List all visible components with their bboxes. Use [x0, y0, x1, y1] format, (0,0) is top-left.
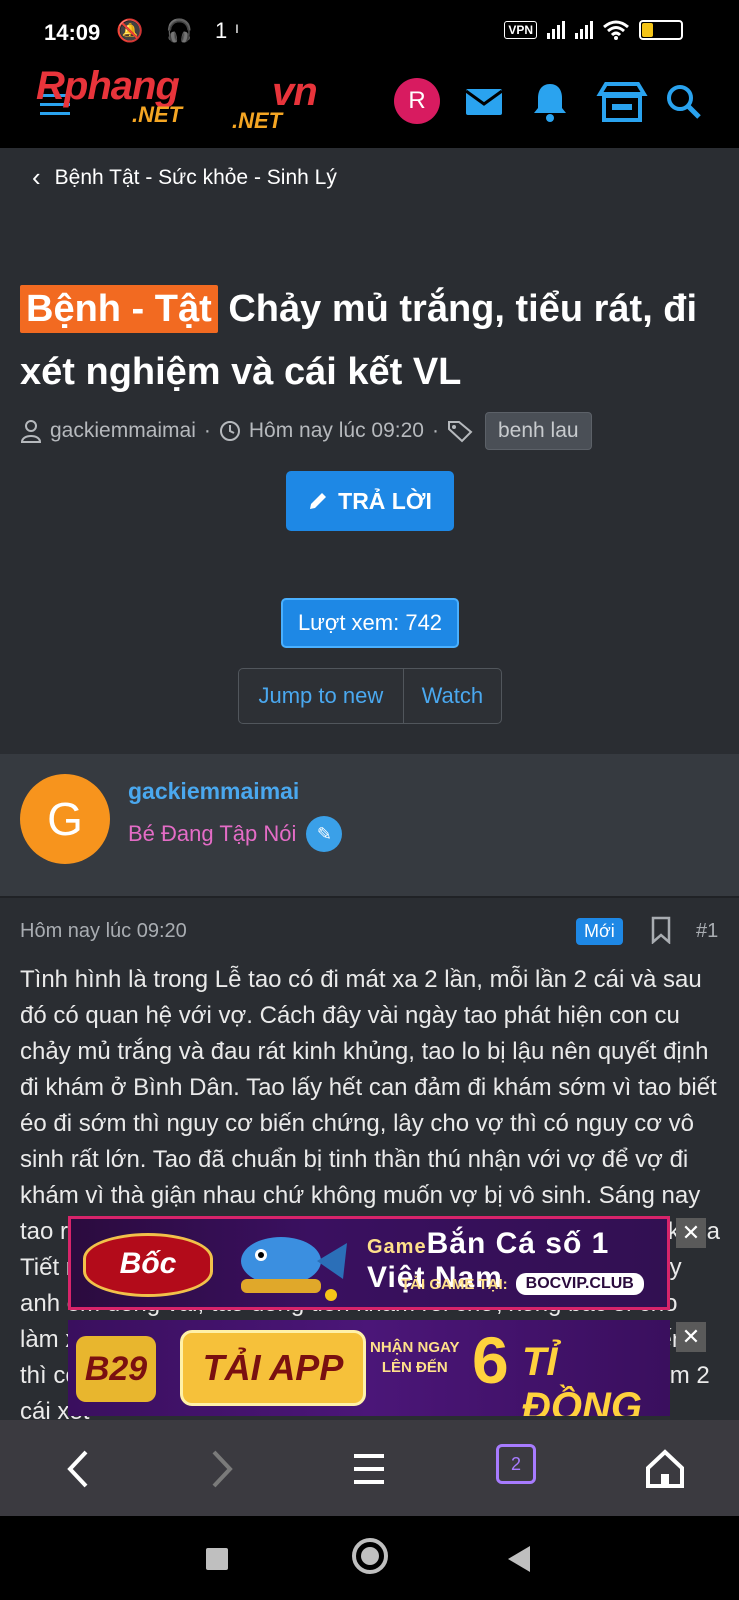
system-navigation-bar	[0, 1516, 739, 1600]
fish-character-icon	[241, 1237, 347, 1301]
ad1-close-button[interactable]: ✕	[676, 1218, 706, 1248]
author-name[interactable]: gackiemmaimai	[128, 778, 299, 805]
browser-toolbar: 2	[0, 1420, 739, 1516]
ad-banner-2[interactable]: B29 TẢI APP NHẬN NGAY LÊN ĐẾN 6 TỈ ĐỒNG	[68, 1320, 670, 1416]
store-icon[interactable]	[596, 80, 648, 124]
signal-icon-2	[575, 21, 593, 39]
bookmark-icon[interactable]	[650, 916, 672, 944]
chevron-left-icon: ‹	[32, 162, 41, 192]
notification-bell-icon[interactable]	[528, 80, 572, 124]
author-avatar[interactable]: G	[20, 774, 110, 864]
ad1-sub: TẢI GAME TẠI: BOCVIP.CLUB	[401, 1273, 644, 1295]
jump-to-new-button[interactable]: Jump to new	[239, 669, 404, 723]
thread-prefix[interactable]: Bệnh - Tật	[20, 285, 218, 333]
reply-button[interactable]: TRẢ LỜI	[286, 471, 454, 531]
author-rank: Bé Đang Tập Nói ✎	[128, 816, 343, 852]
ad2-amount: 6	[472, 1323, 509, 1397]
status-notification-icons: 🔕 🎧 1ᶦ	[116, 18, 247, 43]
home-button-icon[interactable]	[352, 1538, 388, 1574]
top-navigation: Rphang vn .NET .NET R	[0, 62, 739, 148]
post-meta: Hôm nay lúc 09:20 Mới #1	[20, 916, 720, 948]
browser-menu-icon[interactable]	[344, 1444, 394, 1494]
thread-tag[interactable]: benh lau	[484, 412, 592, 450]
logo-net-1: .NET	[132, 102, 183, 127]
battery-icon: 28	[639, 20, 683, 40]
status-time: 14:09	[44, 20, 101, 45]
ad1-game: Game	[367, 1236, 427, 1258]
breadcrumb[interactable]: ‹ Bệnh Tật - Sức khỏe - Sinh Lý	[32, 162, 337, 193]
ad-banner-1[interactable]: Bốc club GameBắn Cá số 1 Việt Nam TẢI GA…	[68, 1216, 670, 1310]
home-icon[interactable]	[640, 1444, 690, 1494]
user-avatar[interactable]: R	[394, 78, 440, 124]
author-rank-label: Bé Đang Tập Nói	[128, 821, 297, 846]
thread-meta: gackiemmaimai · Hôm nay lúc 09:20 · benh…	[20, 412, 592, 450]
vpn-icon: VPN	[504, 21, 537, 39]
meta-separator-2: ·	[431, 419, 439, 442]
ad2-note-2: LÊN ĐẾN	[381, 1359, 448, 1376]
search-icon[interactable]	[664, 80, 704, 124]
ad2-note: NHẬN NGAY LÊN ĐẾN	[370, 1338, 459, 1378]
ad2-cta: TẢI APP	[180, 1330, 366, 1406]
clock-icon	[219, 421, 240, 441]
back-arrow-icon[interactable]	[54, 1444, 104, 1494]
forward-arrow-icon[interactable]	[196, 1444, 246, 1494]
thread-actions-group: Jump to new Watch	[238, 668, 502, 724]
rank-badge-icon: ✎	[306, 816, 343, 852]
reply-button-label: TRẢ LỜI	[338, 487, 432, 514]
ad1-brand-logo: Bốc club	[83, 1233, 213, 1307]
user-icon	[20, 420, 42, 443]
post-author-card: G gackiemmaimai Bé Đang Tập Nói ✎	[0, 754, 739, 896]
post-number[interactable]: #1	[696, 920, 718, 943]
ad2-close-button[interactable]: ✕	[676, 1322, 706, 1352]
thread-author[interactable]: gackiemmaimai	[50, 419, 196, 443]
tags-icon	[447, 421, 473, 443]
divider	[0, 896, 739, 898]
views-count-button[interactable]: Lượt xem: 742	[281, 598, 459, 648]
thread-title: Bệnh - Tật Chảy mủ trắng, tiểu rát, đi x…	[20, 278, 720, 404]
logo-net-2: .NET	[232, 108, 283, 133]
mail-icon[interactable]	[462, 80, 506, 124]
breadcrumb-label: Bệnh Tật - Sức khỏe - Sinh Lý	[54, 165, 337, 189]
watch-button[interactable]: Watch	[404, 669, 501, 723]
post-date[interactable]: Hôm nay lúc 09:20	[20, 920, 187, 943]
ad2-unit: TỈ ĐỒNG	[522, 1340, 642, 1416]
recent-apps-icon[interactable]	[206, 1548, 228, 1570]
tabs-icon[interactable]: 2	[496, 1444, 536, 1484]
status-bar: 14:09 🔕 🎧 1ᶦ VPN 28	[0, 0, 739, 62]
ad2-brand-logo: B29	[76, 1336, 156, 1402]
new-badge: Mới	[576, 918, 623, 945]
pencil-icon	[310, 493, 327, 509]
ad1-url: BOCVIP.CLUB	[515, 1273, 644, 1295]
ad2-note-1: NHẬN NGAY	[370, 1339, 460, 1356]
system-back-icon[interactable]	[508, 1546, 530, 1572]
signal-icon	[547, 21, 565, 39]
wifi-icon	[603, 20, 629, 40]
thread-date[interactable]: Hôm nay lúc 09:20	[249, 419, 424, 443]
ad1-sub-text: TẢI GAME TẠI:	[401, 1275, 508, 1293]
meta-separator: ·	[203, 419, 211, 442]
site-logo[interactable]: Rphang vn .NET .NET	[36, 64, 346, 134]
